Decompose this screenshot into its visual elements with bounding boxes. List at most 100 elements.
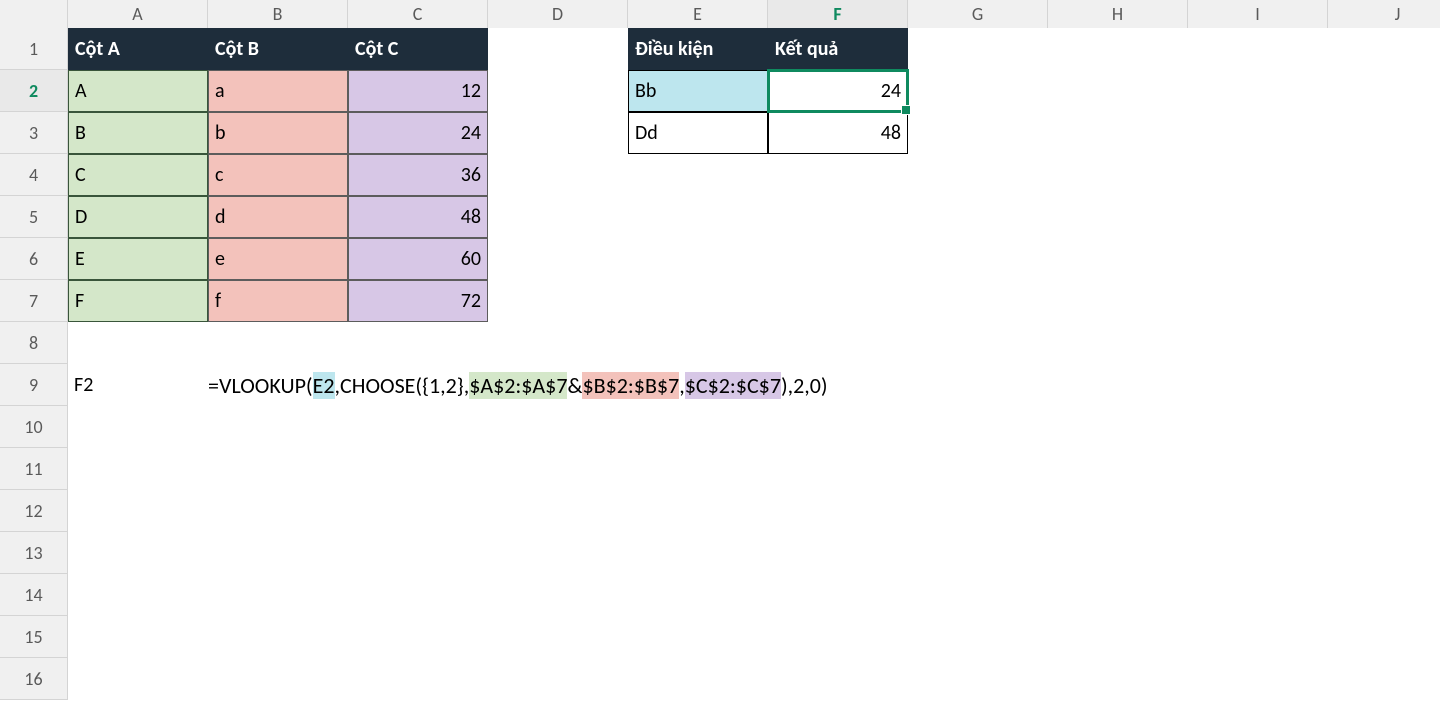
cell-D16[interactable] — [488, 658, 628, 700]
cell-G11[interactable] — [908, 448, 1048, 490]
cell-E3[interactable]: Dd — [628, 112, 768, 154]
column-header-G[interactable]: G — [908, 0, 1048, 29]
column-header-J[interactable]: J — [1328, 0, 1440, 29]
cell-A12[interactable] — [68, 490, 208, 532]
cell-C16[interactable] — [348, 658, 488, 700]
cell-E13[interactable] — [628, 532, 768, 574]
cell-I7[interactable] — [1188, 280, 1328, 322]
row-header-7[interactable]: 7 — [0, 280, 68, 322]
cell-C13[interactable] — [348, 532, 488, 574]
cell-G2[interactable] — [908, 70, 1048, 112]
cell-G1[interactable] — [908, 28, 1048, 70]
row-header-6[interactable]: 6 — [0, 238, 68, 280]
row-header-12[interactable]: 12 — [0, 490, 68, 532]
cell-J5[interactable] — [1328, 196, 1440, 238]
cell-D9[interactable] — [488, 364, 628, 406]
cell-I9[interactable] — [1188, 364, 1328, 406]
cell-D8[interactable] — [488, 322, 628, 364]
cell-B12[interactable] — [208, 490, 348, 532]
cell-C12[interactable] — [348, 490, 488, 532]
cell-C14[interactable] — [348, 574, 488, 616]
cell-B8[interactable] — [208, 322, 348, 364]
row-header-4[interactable]: 4 — [0, 154, 68, 196]
cell-C10[interactable] — [348, 406, 488, 448]
row-header-16[interactable]: 16 — [0, 658, 68, 700]
cell-J3[interactable] — [1328, 112, 1440, 154]
cell-D13[interactable] — [488, 532, 628, 574]
cell-G8[interactable] — [908, 322, 1048, 364]
cell-H1[interactable] — [1048, 28, 1188, 70]
cell-D10[interactable] — [488, 406, 628, 448]
cell-B9[interactable] — [208, 364, 348, 406]
column-header-B[interactable]: B — [208, 0, 348, 29]
cell-E14[interactable] — [628, 574, 768, 616]
row-header-14[interactable]: 14 — [0, 574, 68, 616]
cell-A1[interactable]: Cột A — [68, 28, 208, 70]
cell-I12[interactable] — [1188, 490, 1328, 532]
cell-D7[interactable] — [488, 280, 628, 322]
cell-I3[interactable] — [1188, 112, 1328, 154]
cell-D14[interactable] — [488, 574, 628, 616]
cell-A5[interactable]: D — [68, 196, 208, 238]
select-all-corner[interactable] — [0, 0, 68, 29]
cell-I8[interactable] — [1188, 322, 1328, 364]
cell-A13[interactable] — [68, 532, 208, 574]
cell-A14[interactable] — [68, 574, 208, 616]
cell-H10[interactable] — [1048, 406, 1188, 448]
cell-G10[interactable] — [908, 406, 1048, 448]
cell-E8[interactable] — [628, 322, 768, 364]
cell-E16[interactable] — [628, 658, 768, 700]
cell-I2[interactable] — [1188, 70, 1328, 112]
cell-E6[interactable] — [628, 238, 768, 280]
cell-H3[interactable] — [1048, 112, 1188, 154]
column-header-A[interactable]: A — [68, 0, 208, 29]
cell-J7[interactable] — [1328, 280, 1440, 322]
cell-F12[interactable] — [768, 490, 908, 532]
cell-I1[interactable] — [1188, 28, 1328, 70]
cell-G13[interactable] — [908, 532, 1048, 574]
cell-I5[interactable] — [1188, 196, 1328, 238]
cell-C2[interactable]: 12 — [348, 70, 488, 112]
cell-D12[interactable] — [488, 490, 628, 532]
cell-J8[interactable] — [1328, 322, 1440, 364]
cell-E5[interactable] — [628, 196, 768, 238]
cell-C9[interactable] — [348, 364, 488, 406]
cell-I6[interactable] — [1188, 238, 1328, 280]
row-header-1[interactable]: 1 — [0, 28, 68, 70]
cell-H15[interactable] — [1048, 616, 1188, 658]
cell-C7[interactable]: 72 — [348, 280, 488, 322]
cell-I15[interactable] — [1188, 616, 1328, 658]
row-header-8[interactable]: 8 — [0, 322, 68, 364]
cell-E12[interactable] — [628, 490, 768, 532]
cell-A10[interactable] — [68, 406, 208, 448]
cell-D1[interactable] — [488, 28, 628, 70]
row-header-9[interactable]: 9 — [0, 364, 68, 406]
cell-B1[interactable]: Cột B — [208, 28, 348, 70]
cell-I10[interactable] — [1188, 406, 1328, 448]
cell-G15[interactable] — [908, 616, 1048, 658]
cell-E10[interactable] — [628, 406, 768, 448]
cell-F16[interactable] — [768, 658, 908, 700]
cell-D6[interactable] — [488, 238, 628, 280]
cell-F6[interactable] — [768, 238, 908, 280]
cell-F5[interactable] — [768, 196, 908, 238]
column-header-C[interactable]: C — [348, 0, 488, 29]
cell-F2[interactable]: 24 — [768, 70, 908, 112]
cell-A11[interactable] — [68, 448, 208, 490]
cell-C6[interactable]: 60 — [348, 238, 488, 280]
column-header-I[interactable]: I — [1188, 0, 1328, 29]
cell-H11[interactable] — [1048, 448, 1188, 490]
cell-C11[interactable] — [348, 448, 488, 490]
cell-B5[interactable]: d — [208, 196, 348, 238]
cell-F15[interactable] — [768, 616, 908, 658]
row-header-3[interactable]: 3 — [0, 112, 68, 154]
cell-F9[interactable] — [768, 364, 908, 406]
cell-F3[interactable]: 48 — [768, 112, 908, 154]
cell-H4[interactable] — [1048, 154, 1188, 196]
cell-C3[interactable]: 24 — [348, 112, 488, 154]
cell-B6[interactable]: e — [208, 238, 348, 280]
cell-I16[interactable] — [1188, 658, 1328, 700]
cell-F14[interactable] — [768, 574, 908, 616]
cell-E1[interactable]: Điều kiện — [628, 28, 768, 70]
cell-E11[interactable] — [628, 448, 768, 490]
